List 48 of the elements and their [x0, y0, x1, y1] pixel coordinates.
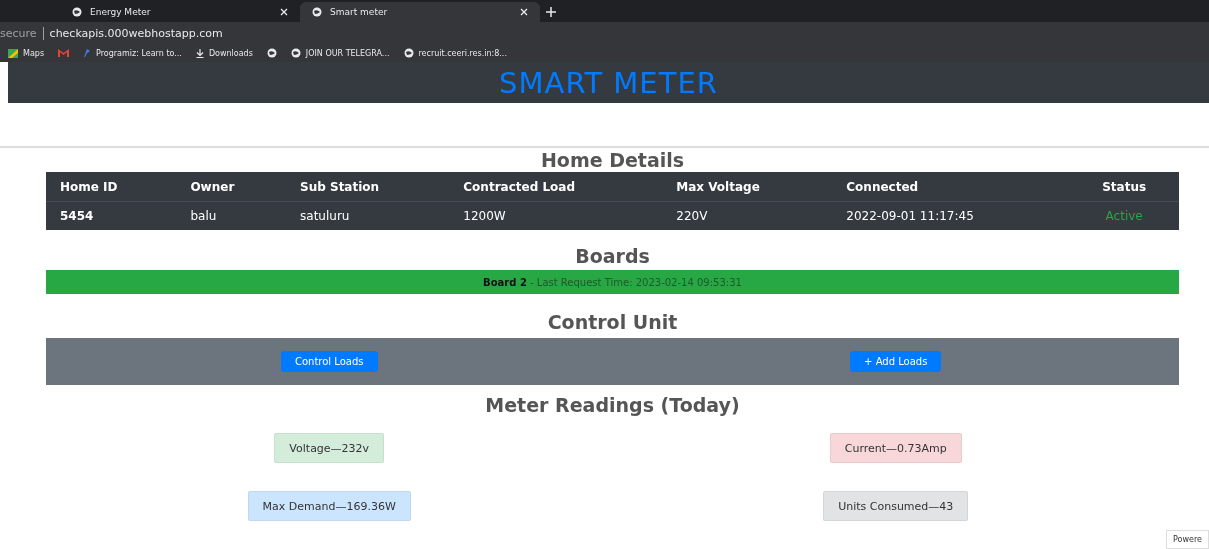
globe-icon — [290, 48, 301, 58]
close-icon[interactable] — [520, 8, 528, 16]
reading-card: Max Demand—169.36W — [247, 491, 411, 521]
section-title: Meter Readings (Today) — [484, 393, 741, 417]
map-icon — [8, 48, 18, 58]
column-header: Contracted Load — [449, 172, 663, 202]
download-icon — [195, 48, 204, 58]
column-header: Connected — [832, 172, 1070, 202]
column-header: Home ID — [46, 172, 177, 202]
globe-icon — [403, 48, 414, 58]
swirl-icon — [83, 48, 92, 58]
powered-badge: Powere — [1166, 530, 1209, 549]
browser-tab[interactable]: Energy Meter — [60, 2, 300, 22]
section-title: Control Unit — [546, 310, 679, 334]
new-tab-icon[interactable] — [546, 7, 556, 17]
security-label: secure — [0, 26, 37, 40]
status-cell: Active — [1069, 201, 1179, 230]
board-status: Board 2 - Last Request Time: 2023-02-14 09:53:31 — [483, 276, 742, 288]
load-button[interactable]: Control Loads — [281, 351, 378, 372]
globe-icon — [72, 7, 82, 17]
address-field[interactable]: checkapis.000webhostapp.com — [42, 26, 223, 40]
column-header: Sub Station — [286, 172, 450, 202]
section-title: Home Details — [539, 148, 686, 172]
bookmark[interactable]: recruit.ceeri.res.in:8... — [418, 48, 507, 58]
column-header: Owner — [176, 172, 287, 202]
table-cell: 5454 — [46, 201, 177, 230]
table-cell: 2022-09-01 11:17:45 — [832, 201, 1070, 230]
bookmark[interactable]: Downloads — [208, 48, 253, 58]
table-cell: 220V — [662, 201, 833, 230]
reading-card: Current—0.73Amp — [829, 433, 962, 463]
globe-icon — [312, 7, 322, 17]
table-cell: 1200W — [449, 201, 663, 230]
column-header: Status — [1069, 172, 1179, 202]
table-cell: balu — [176, 201, 287, 230]
table-cell: satuluru — [286, 201, 450, 230]
mail-icon — [58, 49, 70, 57]
bookmark[interactable]: Maps — [23, 48, 45, 58]
section-title: Boards — [574, 244, 651, 268]
globe-icon — [266, 48, 277, 58]
load-button[interactable]: + Add Loads — [850, 351, 942, 372]
reading-card: Units Consumed—43 — [823, 491, 969, 521]
close-icon[interactable] — [280, 8, 288, 16]
reading-card: Voltage—232v — [274, 433, 385, 463]
browser-tab[interactable]: Smart meter — [300, 2, 540, 22]
column-header: Max Voltage — [662, 172, 833, 202]
page-title: SMART METER — [499, 65, 718, 100]
bookmark[interactable]: JOIN OUR TELEGRA... — [305, 48, 390, 58]
bookmark[interactable]: Programiz: Learn to... — [96, 48, 182, 58]
